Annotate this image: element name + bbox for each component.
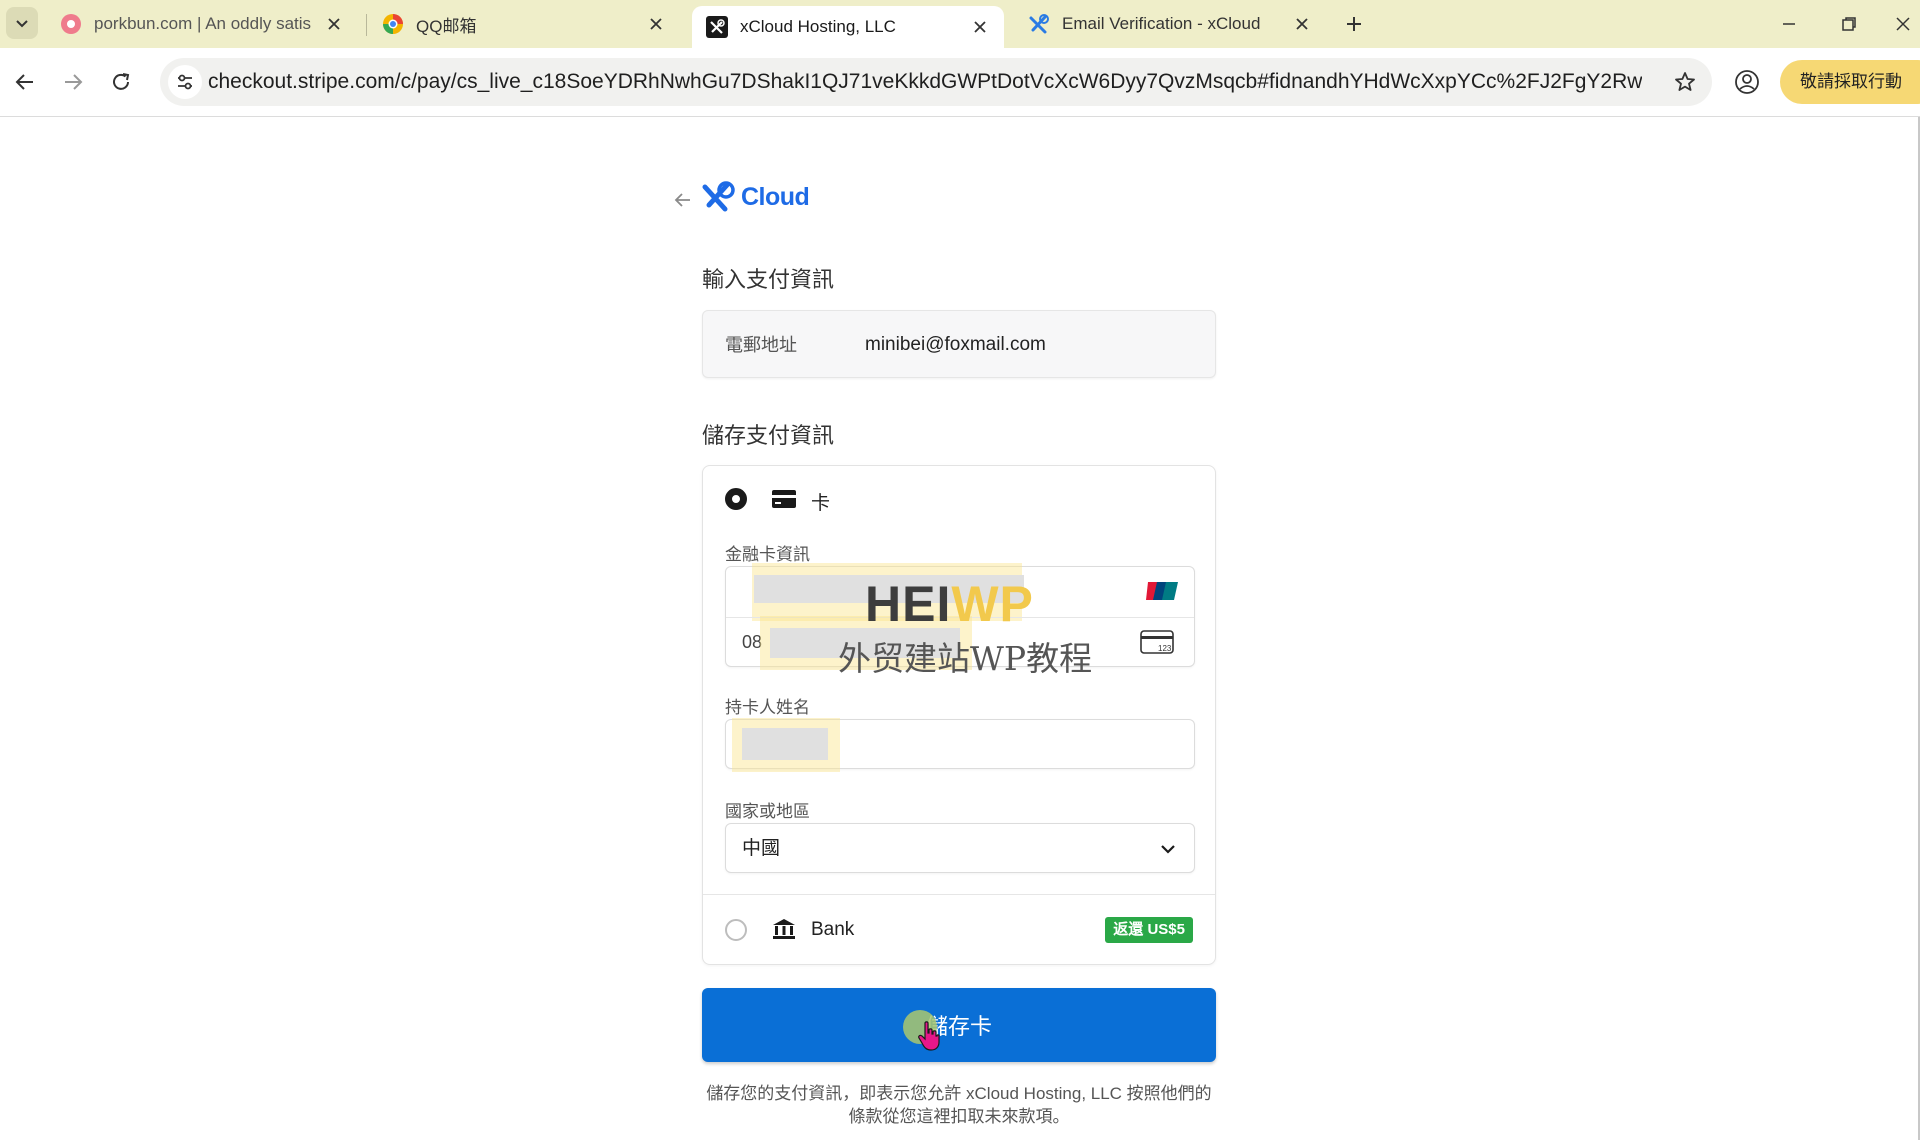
cardholder-name-label: 持卡人姓名 bbox=[725, 698, 810, 717]
credit-card-icon bbox=[771, 488, 797, 510]
unionpay-icon bbox=[1146, 580, 1178, 602]
watermark-subtitle: 外贸建站WP教程 bbox=[838, 639, 1093, 678]
restore-icon bbox=[1842, 17, 1856, 31]
payment-method-accordion: 卡 金融卡資訊 08 123 持卡人姓名 國家或地區 中國 Bank 返還 US… bbox=[702, 465, 1216, 965]
xcloud-logo: Cloud bbox=[701, 177, 810, 217]
minimize-button[interactable] bbox=[1774, 10, 1804, 38]
watermark-text: HEI bbox=[865, 576, 952, 632]
logo-text: Cloud bbox=[741, 182, 810, 211]
plus-icon bbox=[1347, 17, 1361, 31]
new-tab-button[interactable] bbox=[1340, 10, 1368, 38]
close-icon[interactable] bbox=[970, 17, 990, 37]
terms-text: 儲存您的支付資訊，即表示您允許 xCloud Hosting, LLC 按照他們… bbox=[706, 1084, 1212, 1126]
bank-method-radio[interactable] bbox=[725, 919, 747, 941]
country-select[interactable]: 中國 bbox=[725, 823, 1195, 873]
redacted-cardholder-name bbox=[742, 728, 828, 760]
bank-icon bbox=[771, 918, 797, 940]
email-value: minibei@foxmail.com bbox=[865, 334, 1046, 355]
xcloud-icon bbox=[1028, 13, 1050, 35]
browser-toolbar: checkout.stripe.com/c/pay/cs_live_c18Soe… bbox=[0, 48, 1920, 117]
chevron-down-icon bbox=[1156, 837, 1180, 861]
close-icon[interactable] bbox=[1292, 14, 1312, 34]
cvc-icon: 123 bbox=[1140, 630, 1174, 654]
back-link[interactable] bbox=[670, 187, 696, 213]
cashback-badge: 返還 US$5 bbox=[1105, 917, 1193, 943]
minimize-icon bbox=[1783, 23, 1795, 25]
hand-cursor-icon bbox=[918, 1021, 940, 1051]
qqmail-icon bbox=[382, 13, 404, 35]
country-value: 中國 bbox=[742, 838, 781, 859]
site-info-button[interactable] bbox=[168, 65, 202, 99]
xcloud-icon bbox=[706, 16, 728, 38]
arrow-left-icon bbox=[15, 74, 33, 90]
close-icon[interactable] bbox=[324, 14, 344, 34]
save-card-button[interactable]: 儲存卡 bbox=[702, 988, 1216, 1062]
xcloud-logo-icon bbox=[702, 181, 735, 212]
country-label: 國家或地區 bbox=[725, 802, 810, 821]
back-button[interactable] bbox=[8, 65, 42, 99]
address-bar[interactable]: checkout.stripe.com/c/pay/cs_live_c18Soe… bbox=[160, 58, 1712, 106]
watermark-text: WP bbox=[951, 576, 1034, 632]
arrow-right-icon bbox=[65, 74, 83, 90]
save-payment-info-heading: 儲存支付資訊 bbox=[702, 423, 835, 448]
tab-separator bbox=[366, 14, 367, 36]
close-icon bbox=[1896, 17, 1910, 31]
close-window-button[interactable] bbox=[1888, 10, 1918, 38]
reload-button[interactable] bbox=[104, 65, 138, 99]
card-method-radio[interactable] bbox=[725, 488, 747, 510]
restore-button[interactable] bbox=[1834, 10, 1864, 38]
tab-title: porkbun.com | An oddly satis bbox=[94, 14, 312, 33]
star-icon bbox=[1675, 72, 1695, 91]
watermark-logo: HEIWP bbox=[865, 575, 1034, 633]
close-icon[interactable] bbox=[646, 14, 666, 34]
tab-title: xCloud Hosting, LLC bbox=[740, 17, 896, 36]
tab-title: Email Verification - xCloud bbox=[1062, 14, 1261, 33]
tab-bar: porkbun.com | An oddly satis QQ邮箱 xCloud… bbox=[0, 0, 1920, 48]
cardholder-name-input[interactable] bbox=[725, 718, 1195, 772]
card-method-label[interactable]: 卡 bbox=[811, 488, 830, 515]
bank-method-label[interactable]: Bank bbox=[811, 919, 854, 941]
email-label: 電郵地址 bbox=[725, 335, 797, 355]
reload-icon bbox=[113, 73, 130, 90]
svg-text:123: 123 bbox=[1158, 644, 1172, 653]
tab-porkbun[interactable]: porkbun.com | An oddly satis bbox=[46, 6, 358, 42]
tab-email-verification[interactable]: Email Verification - xCloud bbox=[1014, 6, 1326, 42]
url-text[interactable]: checkout.stripe.com/c/pay/cs_live_c18Soe… bbox=[208, 58, 1642, 106]
arrow-left-icon bbox=[674, 193, 690, 207]
email-summary: 電郵地址 minibei@foxmail.com bbox=[702, 310, 1216, 378]
tab-qqmail[interactable]: QQ邮箱 bbox=[368, 6, 680, 42]
bookmark-button[interactable] bbox=[1672, 69, 1698, 95]
porkbun-icon bbox=[60, 13, 82, 35]
profile-button[interactable] bbox=[1730, 65, 1764, 99]
tab-title: QQ邮箱 bbox=[416, 16, 477, 36]
tune-icon bbox=[178, 74, 192, 90]
tab-search-button[interactable] bbox=[6, 7, 38, 39]
payment-info-heading: 輸入支付資訊 bbox=[702, 267, 835, 292]
account-icon bbox=[1735, 70, 1759, 94]
method-divider bbox=[703, 894, 1215, 895]
card-info-label: 金融卡資訊 bbox=[725, 545, 810, 564]
chevron-down-icon bbox=[16, 20, 28, 28]
checkout-page: Cloud 輸入支付資訊 電郵地址 minibei@foxmail.com 儲存… bbox=[0, 117, 1920, 1140]
tab-xcloud-hosting[interactable]: xCloud Hosting, LLC bbox=[692, 6, 1004, 48]
action-required-button[interactable]: 敬請採取行動 bbox=[1780, 60, 1920, 104]
forward-button[interactable] bbox=[56, 65, 90, 99]
